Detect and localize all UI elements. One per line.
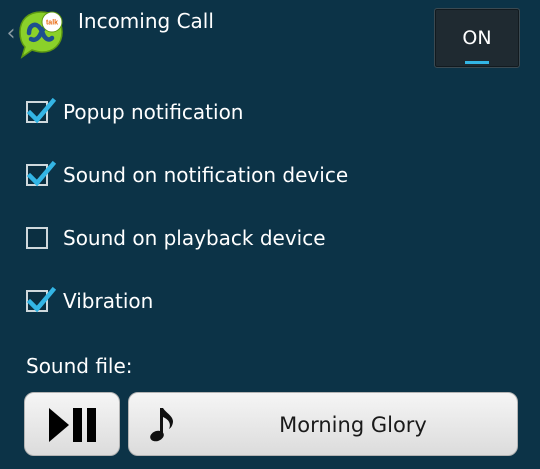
play-pause-button[interactable] — [24, 392, 120, 456]
app-logo: talk — [16, 8, 66, 60]
option-label: Popup notification — [63, 100, 244, 124]
option-sound-playback-device[interactable]: Sound on playback device — [26, 224, 326, 252]
option-label: Sound on notification device — [63, 163, 349, 187]
music-note-icon — [150, 408, 173, 442]
vibration-checkbox[interactable] — [26, 286, 56, 313]
sound-file-name: Morning Glory — [279, 413, 427, 437]
check-icon — [26, 97, 56, 124]
popup-notification-checkbox[interactable] — [26, 97, 56, 124]
toggle-indicator — [465, 61, 489, 64]
incoming-call-toggle[interactable]: ON — [434, 8, 520, 68]
sound-file-label: Sound file: — [26, 354, 133, 378]
toggle-label: ON — [462, 27, 492, 49]
play-pause-icon — [49, 408, 96, 442]
sound-notification-device-checkbox[interactable] — [26, 160, 56, 187]
sound-playback-device-checkbox[interactable] — [26, 227, 48, 249]
logo-text: talk — [46, 20, 58, 27]
check-icon — [26, 286, 56, 313]
option-popup-notification[interactable]: Popup notification — [26, 97, 244, 126]
option-sound-notification-device[interactable]: Sound on notification device — [26, 160, 349, 189]
sound-file-button[interactable]: Morning Glory — [128, 392, 518, 456]
check-icon — [26, 160, 56, 187]
page-title: Incoming Call — [78, 9, 214, 33]
option-label: Vibration — [63, 289, 154, 313]
option-label: Sound on playback device — [63, 226, 326, 250]
option-vibration[interactable]: Vibration — [26, 286, 154, 315]
